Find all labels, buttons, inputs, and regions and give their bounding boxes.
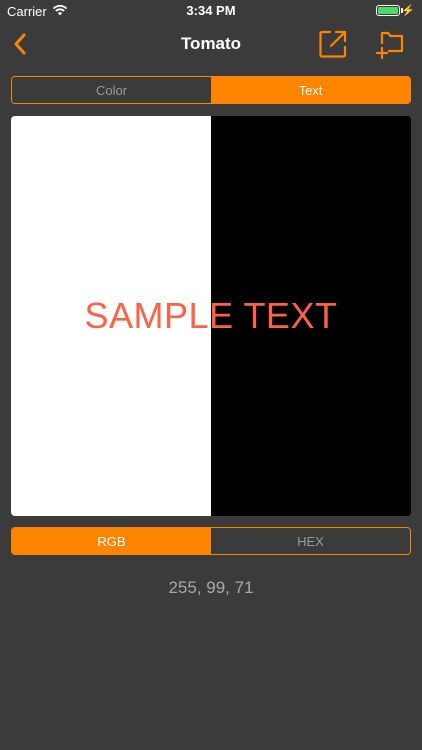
charging-bolt-icon: ⚡ xyxy=(401,5,415,17)
segment-color[interactable]: Color xyxy=(12,77,211,103)
text-preview-panel: SAMPLE TEXT xyxy=(11,116,411,516)
add-to-folder-icon[interactable] xyxy=(375,29,405,60)
export-icon[interactable] xyxy=(318,29,348,59)
page-title: Tomato xyxy=(180,34,242,53)
clock-time: 3:34 PM xyxy=(186,3,236,18)
sample-text: SAMPLE TEXT xyxy=(84,295,338,336)
segment-hex[interactable]: HEX xyxy=(211,528,410,554)
status-bar: Carrier 3:34 PM ⚡ xyxy=(0,0,422,22)
navigation-bar: Tomato xyxy=(0,22,422,66)
segment-text[interactable]: Text xyxy=(211,77,410,103)
color-value-text: 255, 99, 71 xyxy=(168,578,254,597)
battery-icon xyxy=(376,5,400,16)
segment-rgb[interactable]: RGB xyxy=(12,528,211,554)
format-segmented-control: RGB HEX xyxy=(11,527,411,555)
mode-segmented-control: Color Text xyxy=(11,76,411,104)
